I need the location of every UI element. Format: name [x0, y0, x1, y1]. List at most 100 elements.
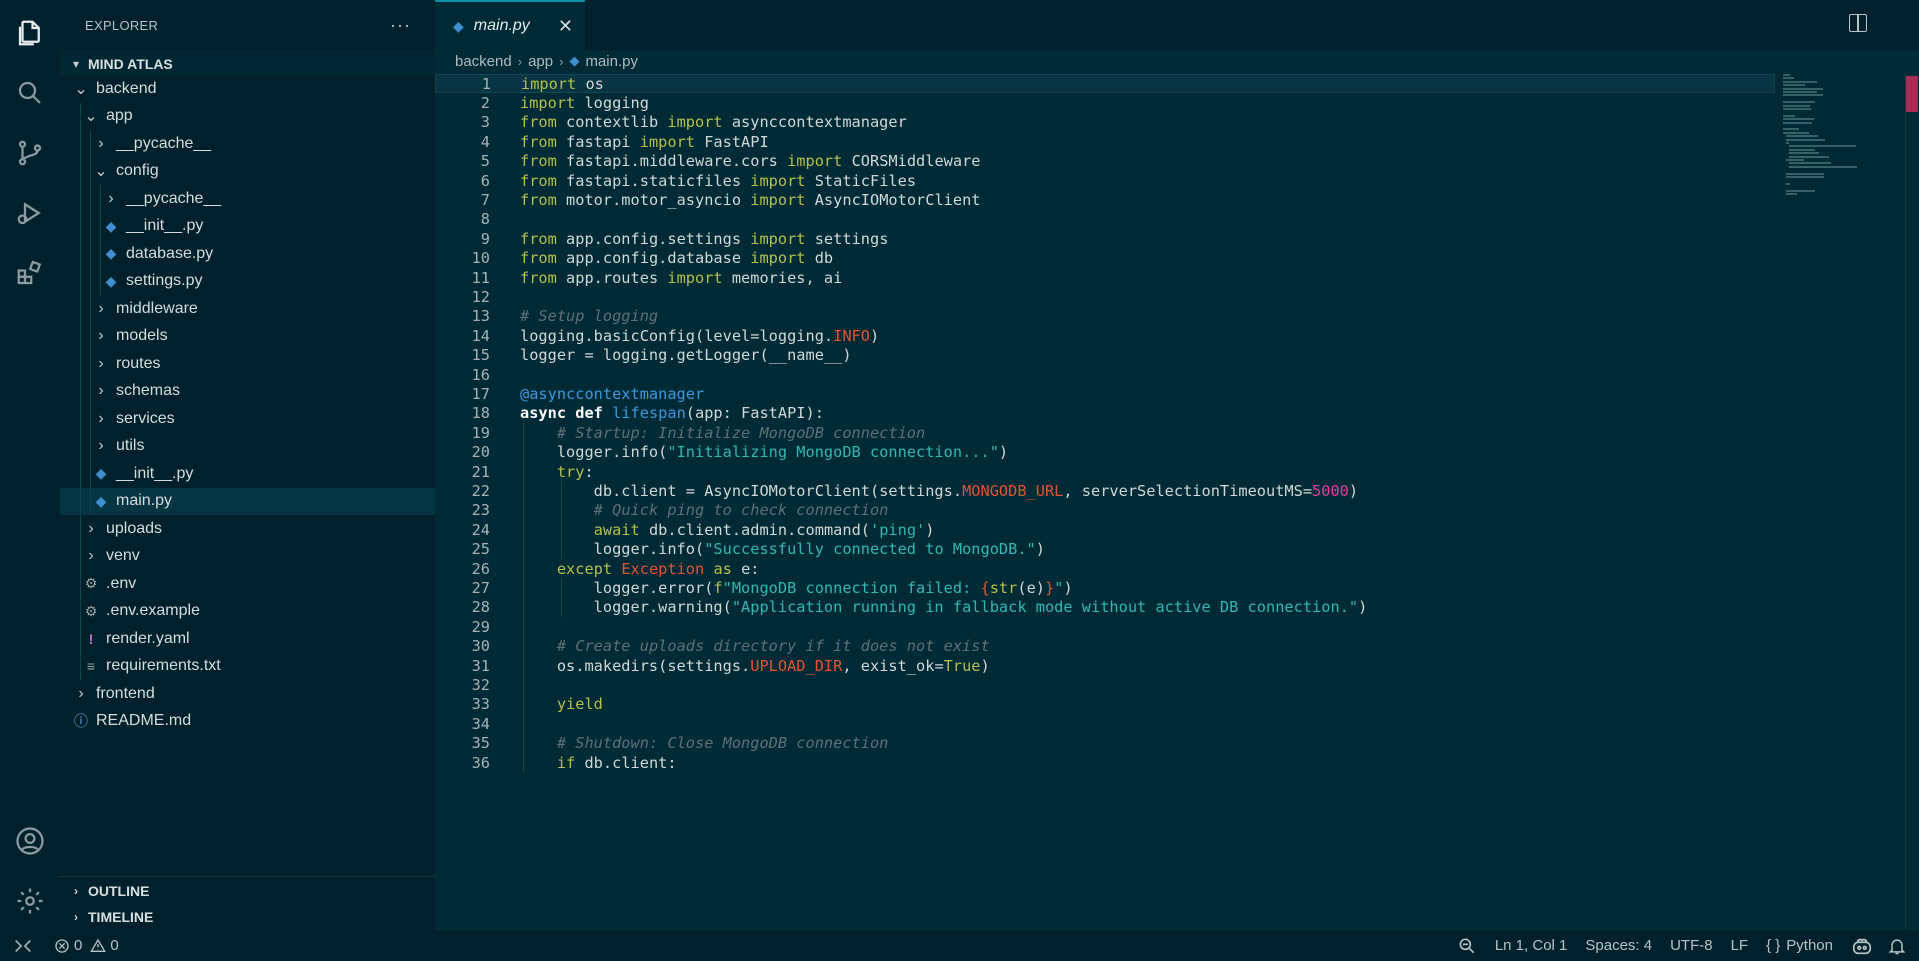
minimap[interactable]: [1783, 74, 1903, 224]
chevron-right-icon: ›: [88, 547, 94, 565]
settings-gear-icon[interactable]: [0, 872, 60, 930]
code-line[interactable]: 17 @asynccontextmanager: [435, 384, 1775, 403]
code-line[interactable]: 8: [435, 210, 1775, 229]
code-line[interactable]: 14 logging.basicConfig(level=logging.INFO…: [435, 326, 1775, 345]
code-line[interactable]: 24 await db.client.admin.command('ping'): [435, 520, 1775, 539]
search-icon[interactable]: [0, 64, 60, 122]
copilot-icon[interactable]: [1851, 935, 1873, 957]
tree-folder[interactable]: › __pycache__: [60, 130, 435, 158]
code-editor[interactable]: 1 import os 2 import logging 3 from contextli…: [435, 74, 1905, 930]
breadcrumb-item[interactable]: app: [528, 53, 553, 70]
bell-icon[interactable]: [1887, 936, 1907, 956]
tab-main-py[interactable]: ◆ main.py ✕: [435, 0, 585, 50]
tree-file[interactable]: ◆ __init__.py: [60, 460, 435, 488]
tree-folder[interactable]: › frontend: [60, 680, 435, 708]
code-line[interactable]: 35 # Shutdown: Close MongoDB connection: [435, 734, 1775, 753]
remote-icon[interactable]: [12, 935, 34, 957]
code-line[interactable]: 23 # Quick ping to check connection: [435, 501, 1775, 520]
tree-file[interactable]: ⚙ .env: [60, 570, 435, 598]
code-line[interactable]: 32: [435, 675, 1775, 694]
run-debug-icon[interactable]: [0, 184, 60, 242]
tree-folder[interactable]: › services: [60, 405, 435, 433]
code-line[interactable]: 3 from contextlib import asynccontextmana…: [435, 113, 1775, 132]
extensions-icon[interactable]: [0, 244, 60, 302]
chevron-down-icon: ⌄: [84, 108, 98, 126]
tree-folder[interactable]: › routes: [60, 350, 435, 378]
code-text: if db.client:: [556, 753, 677, 772]
code-line[interactable]: 16: [435, 365, 1775, 384]
end-of-line[interactable]: LF: [1731, 937, 1749, 954]
cursor-position[interactable]: Ln 1, Col 1: [1495, 937, 1568, 954]
tree-file[interactable]: ≡ requirements.txt: [60, 652, 435, 680]
code-line[interactable]: 21 try:: [435, 462, 1775, 481]
editor-scrollbar[interactable]: [1905, 74, 1918, 930]
code-line[interactable]: 22 db.client = AsyncIOMotorClient(settin…: [435, 481, 1775, 500]
code-line[interactable]: 36 if db.client:: [435, 753, 1775, 772]
code-line[interactable]: 29: [435, 617, 1775, 636]
tree-folder[interactable]: › utils: [60, 432, 435, 460]
chevron-right-icon: ›: [74, 883, 78, 898]
code-line[interactable]: 6 from fastapi.staticfiles import StaticF…: [435, 171, 1775, 190]
tree-folder[interactable]: › venv: [60, 542, 435, 570]
tree-item-label: render.yaml: [106, 629, 190, 647]
code-line[interactable]: 10 from app.config.database import db: [435, 249, 1775, 268]
code-line[interactable]: 13 # Setup logging: [435, 307, 1775, 326]
tree-folder[interactable]: › uploads: [60, 515, 435, 543]
tree-folder[interactable]: ⌄ backend: [60, 75, 435, 103]
code-line[interactable]: 31 os.makedirs(settings.UPLOAD_DIR, exis…: [435, 656, 1775, 675]
account-icon[interactable]: [0, 812, 60, 870]
code-line[interactable]: 7 from motor.motor_asyncio import AsyncIO…: [435, 190, 1775, 209]
tree-folder[interactable]: › models: [60, 322, 435, 350]
tree-file[interactable]: ◆ __init__.py: [60, 212, 435, 240]
workspace-header[interactable]: ▾ MIND ATLAS: [60, 50, 435, 77]
tree-file[interactable]: ⓘ README.md: [60, 708, 435, 736]
language-mode[interactable]: { } Python: [1766, 937, 1833, 954]
code-line[interactable]: 27 logger.error(f"MongoDB connection fai…: [435, 578, 1775, 597]
outline-section[interactable]: › OUTLINE: [60, 876, 435, 904]
tree-folder[interactable]: › middleware: [60, 295, 435, 323]
code-line[interactable]: 11 from app.routes import memories, ai: [435, 268, 1775, 287]
code-line[interactable]: 18 async def lifespan(app: FastAPI):: [435, 404, 1775, 423]
explorer-title: EXPLORER: [85, 17, 159, 33]
split-editor-icon[interactable]: [1849, 14, 1867, 32]
timeline-section[interactable]: › TIMELINE: [60, 903, 435, 930]
explorer-icon[interactable]: [0, 4, 60, 62]
tree-folder[interactable]: ⌄ app: [60, 102, 435, 130]
tree-folder[interactable]: › __pycache__: [60, 185, 435, 213]
code-line[interactable]: 25 logger.info("Successfully connected t…: [435, 540, 1775, 559]
code-line[interactable]: 2 import logging: [435, 93, 1775, 112]
tree-file[interactable]: ! render.yaml: [60, 625, 435, 653]
breadcrumb-item[interactable]: main.py: [585, 53, 638, 70]
tree-file[interactable]: ◆ main.py: [60, 487, 435, 515]
code-line[interactable]: 34: [435, 714, 1775, 733]
code-line[interactable]: 15 logger = logging.getLogger(__name__): [435, 346, 1775, 365]
code-line[interactable]: 26 except Exception as e:: [435, 559, 1775, 578]
code-line[interactable]: 9 from app.config.settings import setting…: [435, 229, 1775, 248]
code-line[interactable]: 28 logger.warning("Application running i…: [435, 598, 1775, 617]
source-control-icon[interactable]: [0, 124, 60, 182]
code-line[interactable]: 4 from fastapi import FastAPI: [435, 132, 1775, 151]
code-text: logger = logging.getLogger(__name__): [520, 346, 852, 365]
code-line[interactable]: 33 yield: [435, 695, 1775, 714]
line-number: 2: [480, 94, 490, 113]
encoding[interactable]: UTF-8: [1670, 937, 1713, 954]
zoom-out-icon[interactable]: [1457, 936, 1477, 956]
code-line[interactable]: 1 import os: [435, 74, 1775, 94]
tree-file[interactable]: ◆ settings.py: [60, 267, 435, 295]
tree-item-label: __pycache__: [116, 134, 212, 152]
problems-indicator[interactable]: 0 0: [54, 937, 119, 954]
indentation[interactable]: Spaces: 4: [1585, 937, 1652, 954]
code-line[interactable]: 20 logger.info("Initializing MongoDB con…: [435, 443, 1775, 462]
code-line[interactable]: 19 # Startup: Initialize MongoDB connect…: [435, 423, 1775, 442]
tree-folder[interactable]: ⌄ config: [60, 157, 435, 185]
breadcrumb-item[interactable]: backend: [455, 53, 512, 70]
code-line[interactable]: 30 # Create uploads directory if it does…: [435, 637, 1775, 656]
code-line[interactable]: 12: [435, 287, 1775, 306]
tree-folder[interactable]: › schemas: [60, 377, 435, 405]
tree-file[interactable]: ⚙ .env.example: [60, 597, 435, 625]
yaml-file-icon: !: [88, 630, 94, 647]
explorer-more-icon[interactable]: ···: [390, 15, 411, 36]
tree-file[interactable]: ◆ database.py: [60, 240, 435, 268]
code-line[interactable]: 5 from fastapi.middleware.cors import COR…: [435, 152, 1775, 171]
close-icon[interactable]: ✕: [558, 16, 573, 37]
